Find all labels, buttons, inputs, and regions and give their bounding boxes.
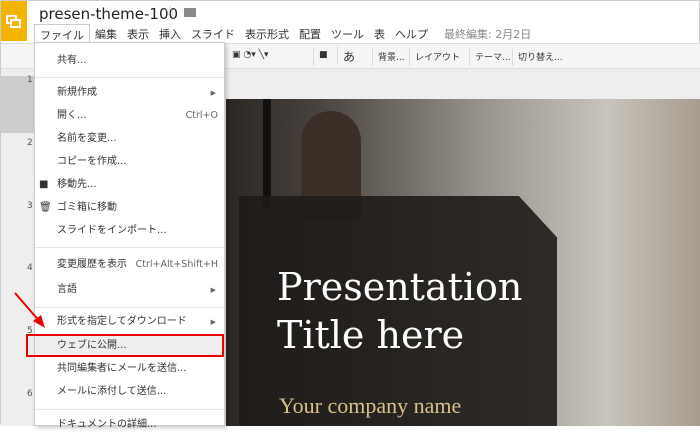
label: 言語: [57, 284, 77, 295]
label: 開く...: [57, 110, 87, 121]
ruler-area: [226, 69, 700, 99]
title-line: Presentation: [277, 265, 523, 309]
slide-number: 3: [27, 201, 33, 211]
red-arrow-annotation: [14, 292, 45, 328]
label: 共同編集者にメールを送信...: [57, 363, 187, 374]
star-icon[interactable]: ☆: [164, 4, 177, 20]
submenu-arrow-icon: ▶: [210, 89, 216, 97]
folder-icon: ■: [39, 179, 49, 190]
divider: [35, 77, 224, 78]
menu-item-trash[interactable]: 🗑 ゴミ箱に移動: [35, 197, 224, 219]
trash-icon: 🗑: [39, 202, 52, 213]
menubar: ファイル 編集 表示 挿入 スライド 表示形式 配置 ツール 表 ヘルプ 最終編…: [34, 24, 536, 44]
label: コピーを作成...: [57, 156, 127, 167]
menu-item-open[interactable]: 開く... Ctrl+O: [35, 105, 224, 127]
last-edit-text[interactable]: 最終編集: 2月2日: [439, 24, 536, 44]
menu-format[interactable]: 表示形式: [240, 24, 294, 44]
background-button[interactable]: 背景...: [372, 48, 410, 66]
image-icon[interactable]: ▣ ◔▾ ╲▾: [227, 48, 274, 66]
label: 形式を指定してダウンロード: [57, 316, 187, 327]
menu-item-revision-history[interactable]: 変更履歴を表示 Ctrl+Alt+Shift+H: [35, 254, 224, 276]
menu-item-document-details[interactable]: ドキュメントの詳細...: [35, 414, 224, 436]
slide-number: 6: [27, 389, 33, 399]
label: 新規作成: [57, 87, 97, 98]
menu-item-email-collaborators[interactable]: 共同編集者にメールを送信...: [35, 358, 224, 380]
document-title[interactable]: presen-theme-100: [39, 5, 178, 23]
menu-item-email-attachment[interactable]: メールに添付して送信...: [35, 381, 224, 403]
folder-icon[interactable]: [184, 8, 196, 17]
slide-number: 2: [27, 138, 33, 148]
menu-file[interactable]: ファイル: [34, 24, 90, 44]
menu-help[interactable]: ヘルプ: [390, 24, 433, 44]
menu-arrange[interactable]: 配置: [294, 24, 326, 44]
menu-item-language[interactable]: 言語 ▶: [35, 279, 224, 301]
submenu-arrow-icon: ▶: [210, 318, 216, 326]
menu-view[interactable]: 表示: [122, 24, 154, 44]
comment-icon[interactable]: ■: [313, 48, 333, 66]
label: 名前を変更...: [57, 133, 117, 144]
menu-item-new[interactable]: 新規作成 ▶: [35, 82, 224, 104]
label: 変更履歴を表示: [57, 259, 127, 270]
menu-tools[interactable]: ツール: [326, 24, 369, 44]
submenu-arrow-icon: ▶: [210, 286, 216, 294]
label: ゴミ箱に移動: [57, 202, 117, 213]
menu-item-move-to[interactable]: ■ 移動先...: [35, 174, 224, 196]
file-menu: 共有... 新規作成 ▶ 開く... Ctrl+O 名前を変更... コピーを作成.…: [34, 42, 225, 430]
menu-table[interactable]: 表: [369, 24, 390, 44]
label: 共有...: [57, 55, 87, 66]
slide-title[interactable]: Presentation Title here: [277, 263, 522, 359]
slide-number: 4: [27, 263, 33, 273]
text-button[interactable]: あ: [337, 46, 360, 64]
shortcut: Ctrl+Alt+Shift+H: [135, 259, 218, 270]
shortcut: Ctrl+O: [185, 110, 218, 121]
slides-logo[interactable]: [1, 1, 27, 41]
label: スライドをインポート...: [57, 225, 167, 236]
divider: [35, 247, 224, 248]
menu-insert[interactable]: 挿入: [154, 24, 186, 44]
menu-item-make-copy[interactable]: コピーを作成...: [35, 151, 224, 173]
menu-item-share[interactable]: 共有...: [35, 50, 224, 72]
layout-button[interactable]: レイアウト: [409, 48, 465, 66]
menu-slide[interactable]: スライド: [186, 24, 240, 44]
slide-subtitle[interactable]: Your company name: [279, 393, 461, 419]
background-photo-detail: [263, 99, 271, 209]
menu-edit[interactable]: 編集: [90, 24, 122, 44]
slide-number: 1: [27, 75, 33, 85]
menu-item-download-as[interactable]: 形式を指定してダウンロード ▶: [35, 311, 224, 333]
label: 移動先...: [57, 179, 97, 190]
highlight-box: [26, 334, 224, 357]
transition-button[interactable]: 切り替え...: [512, 48, 568, 66]
title-line: Title here: [277, 313, 465, 357]
divider: [35, 409, 224, 410]
theme-button[interactable]: テーマ...: [469, 48, 516, 66]
menu-item-rename[interactable]: 名前を変更...: [35, 128, 224, 150]
menu-item-import-slides[interactable]: スライドをインポート...: [35, 220, 224, 242]
divider: [35, 307, 224, 308]
label: メールに添付して送信...: [57, 386, 167, 397]
